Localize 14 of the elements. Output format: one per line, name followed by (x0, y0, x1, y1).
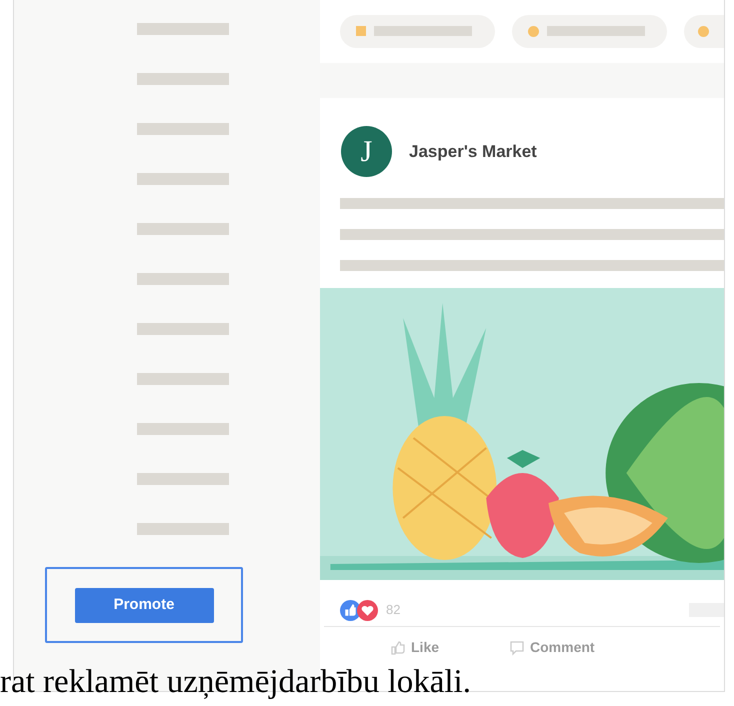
avatar: J (341, 126, 392, 177)
action-button[interactable]: Comment (509, 637, 595, 658)
heart-reaction-icon (357, 600, 378, 620)
filter-chip[interactable] (340, 14, 495, 48)
action-button[interactable]: Like (390, 637, 440, 658)
filter-chip[interactable] (684, 14, 724, 48)
caption: rat reklamēt uzņēmējdarbību lokāli. (0, 663, 471, 702)
like-icon (390, 640, 406, 656)
reaction-count: 82 (386, 601, 400, 620)
filter-chip[interactable] (512, 14, 667, 48)
square-icon (356, 26, 366, 36)
page-name: Jasper's Market (409, 140, 537, 163)
comment-icon (509, 640, 526, 656)
promote-button[interactable]: Promote (74, 588, 214, 622)
